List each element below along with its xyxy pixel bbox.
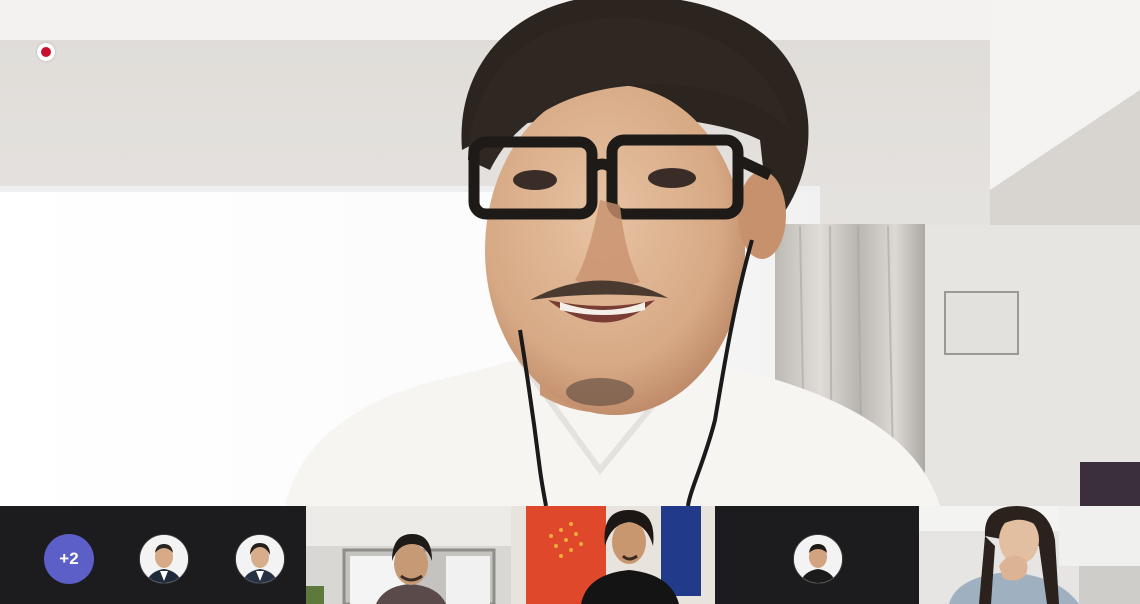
video-call-window: +2 bbox=[0, 0, 1140, 604]
recording-dot-icon bbox=[41, 47, 51, 57]
participant-video-tile[interactable] bbox=[511, 506, 715, 604]
person-avatar-icon bbox=[236, 535, 284, 583]
recording-indicator bbox=[37, 43, 55, 61]
avatar-group-tile: +2 bbox=[0, 506, 306, 604]
participant-video-tile[interactable] bbox=[306, 506, 511, 604]
more-participants-button[interactable]: +2 bbox=[44, 534, 94, 584]
participant-avatar[interactable] bbox=[793, 534, 843, 584]
participant-avatar[interactable] bbox=[139, 534, 189, 584]
participant-strip: +2 bbox=[0, 506, 1140, 604]
participant-video bbox=[511, 506, 715, 604]
participant-avatar-tile bbox=[715, 506, 919, 604]
speaker-video-frame bbox=[0, 0, 1140, 506]
participant-video-tile[interactable] bbox=[919, 506, 1140, 604]
person-avatar-icon bbox=[140, 535, 188, 583]
participant-video bbox=[919, 506, 1140, 604]
person-avatar-icon bbox=[794, 535, 842, 583]
participant-video bbox=[306, 506, 511, 604]
participant-avatar[interactable] bbox=[235, 534, 285, 584]
main-speaker-video[interactable] bbox=[0, 0, 1140, 506]
